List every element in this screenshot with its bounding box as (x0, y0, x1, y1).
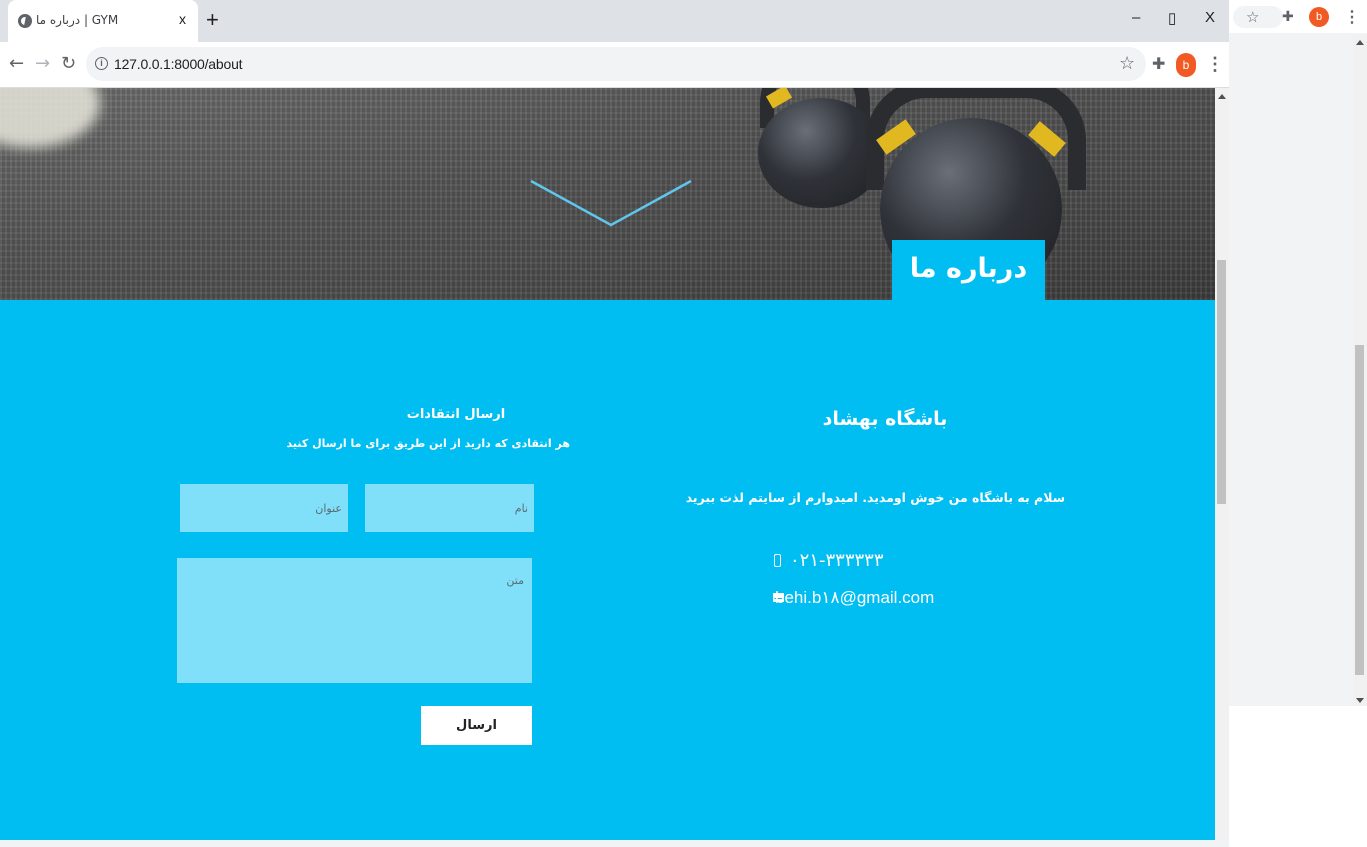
tab-about[interactable]: درباره ما | GYM x (8, 0, 198, 42)
back-arrow-icon[interactable]: ← (9, 54, 24, 74)
background-scrollbar[interactable] (1353, 35, 1367, 706)
message-textarea[interactable] (177, 558, 532, 683)
scroll-up-arrow-icon[interactable] (1356, 40, 1364, 45)
browser-menu-icon[interactable]: ⋮ (1206, 54, 1224, 75)
gym-name-heading: باشگاه بهشاد (822, 408, 948, 430)
browser-menu-icon[interactable]: ⋮ (1344, 7, 1360, 27)
close-tab-button[interactable]: x (179, 11, 186, 27)
new-tab-button[interactable]: + (206, 8, 219, 32)
browser-toolbar: ← → ↻ i 127.0.0.1:8000/about ☆ ✚ b ⋮ (0, 42, 1229, 88)
globe-icon (18, 14, 32, 28)
tab-strip: درباره ما | GYM x + – ▯ X (0, 0, 1229, 42)
phone-icon (774, 554, 781, 567)
browser-window: درباره ما | GYM x + – ▯ X ← → ↻ i 127.0.… (0, 0, 1229, 847)
url-text[interactable]: 127.0.0.1:8000/about (114, 56, 243, 72)
scroll-up-arrow-icon[interactable] (1218, 94, 1226, 99)
email-text: behi.b۱۸@gmail.com (775, 588, 935, 607)
phone-number: ۰۲۱-۳۳۳۳۳۳ (790, 550, 884, 571)
feedback-form-title: ارسال انتقادات (406, 407, 506, 422)
feedback-form-subtitle: هر انتقادی که دارید از این طریق برای ما … (286, 437, 570, 450)
submit-button[interactable]: ارسال (421, 706, 532, 745)
extensions-puzzle-icon[interactable]: ✚ (1282, 9, 1294, 25)
email-address[interactable]: behi.b۱۸@gmail.com (775, 588, 934, 608)
close-window-button[interactable]: X (1205, 9, 1215, 26)
hero-banner-image: درباره ما (0, 88, 1215, 300)
window-bottom-edge (0, 840, 1229, 847)
scroll-down-chevron-icon[interactable] (530, 178, 692, 228)
page-title-label: درباره ما (892, 240, 1045, 300)
subject-field[interactable] (180, 484, 348, 532)
name-field[interactable] (365, 484, 534, 532)
scroll-down-arrow-icon[interactable] (1356, 698, 1364, 703)
background-window-toolbar: ☆ ✚ b ⋮ (1229, 0, 1367, 33)
maximize-button[interactable]: ▯ (1168, 9, 1176, 27)
page-scrollbar[interactable] (1215, 88, 1229, 840)
minimize-button[interactable]: – (1132, 9, 1140, 26)
scrollbar-thumb[interactable] (1217, 260, 1226, 504)
about-section: باشگاه بهشاد سلام به باشگاه من خوش اومدی… (0, 300, 1215, 840)
bookmark-star-icon[interactable]: ☆ (1246, 8, 1259, 26)
scrollbar-thumb[interactable] (1355, 345, 1364, 675)
tab-title: درباره ما | GYM (36, 13, 119, 27)
welcome-text: سلام به باشگاه من خوش اومدید. امیدوارم ا… (685, 490, 1065, 505)
profile-avatar[interactable]: b (1176, 53, 1196, 77)
bookmark-star-icon[interactable]: ☆ (1119, 53, 1135, 74)
address-bar[interactable]: i 127.0.0.1:8000/about ☆ (86, 47, 1146, 81)
site-info-icon[interactable]: i (95, 57, 108, 70)
forward-arrow-icon[interactable]: → (35, 54, 50, 74)
page-viewport: درباره ما باشگاه بهشاد سلام به باشگاه من… (0, 88, 1215, 840)
extensions-puzzle-icon[interactable]: ✚ (1152, 54, 1165, 73)
reload-icon[interactable]: ↻ (61, 54, 76, 74)
background-browser-window[interactable]: ☆ ✚ b ⋮ (1229, 0, 1367, 706)
hero-light-haze (0, 88, 100, 148)
profile-avatar[interactable]: b (1309, 7, 1329, 27)
